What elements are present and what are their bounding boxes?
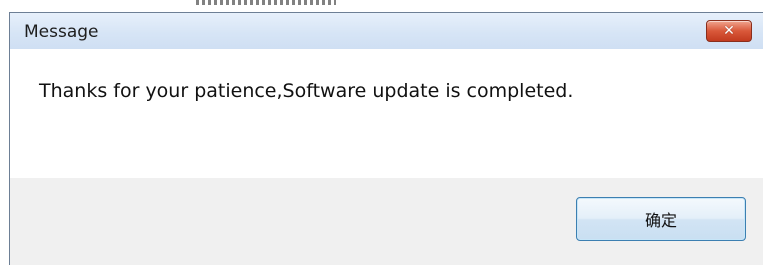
dialog-footer: 确定 [10, 178, 763, 265]
close-button[interactable]: ✕ [706, 20, 752, 42]
background-window-text [196, 0, 336, 5]
screen: Message ✕ Thanks for your patience,Softw… [0, 0, 763, 265]
close-icon: ✕ [723, 23, 735, 39]
ok-button[interactable]: 确定 [576, 197, 746, 241]
dialog-titlebar[interactable]: Message ✕ [10, 13, 763, 49]
dialog-title: Message [24, 22, 99, 42]
dialog-content: Thanks for your patience,Software update… [10, 49, 763, 178]
message-dialog: Message ✕ Thanks for your patience,Softw… [9, 12, 763, 265]
message-text: Thanks for your patience,Software update… [39, 80, 574, 102]
